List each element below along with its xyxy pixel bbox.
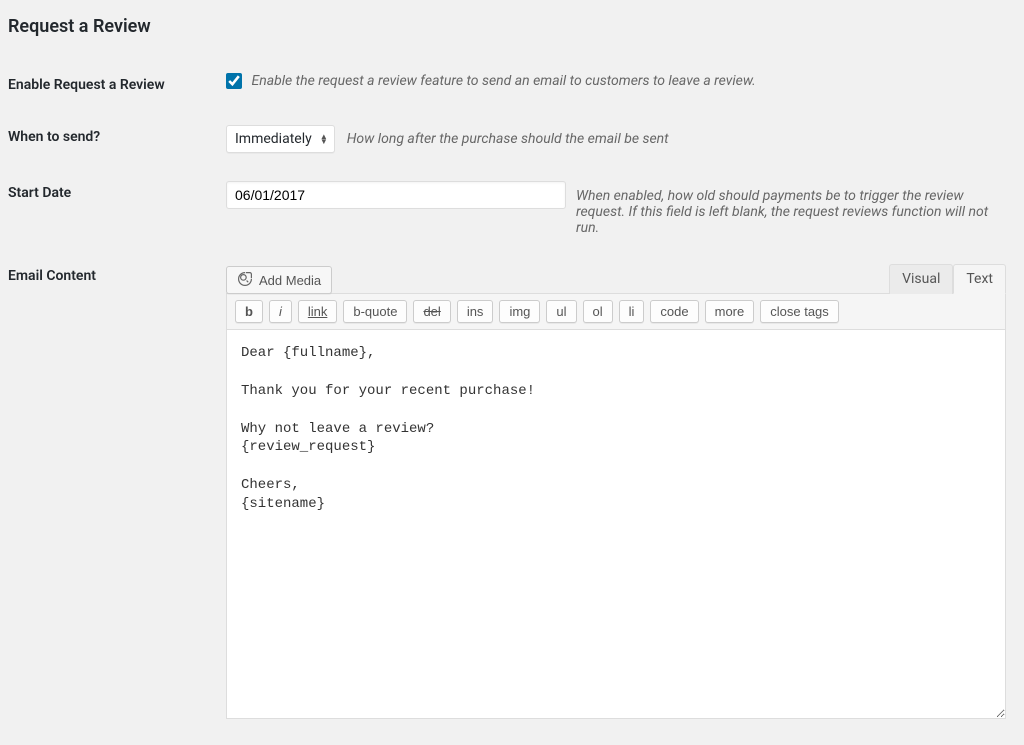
qt-link[interactable]: link [298,300,338,323]
qt-bquote[interactable]: b-quote [343,300,407,323]
enable-checkbox[interactable] [226,73,242,89]
start-date-input[interactable] [226,181,566,209]
email-content-label: Email Content [8,250,226,737]
enable-checkbox-wrap[interactable]: Enable the request a review feature to s… [226,73,756,89]
email-content-textarea[interactable] [226,329,1006,719]
page-title: Request a Review [8,16,1016,37]
when-description: How long after the purchase should the e… [347,131,669,147]
qt-ol[interactable]: ol [583,300,613,323]
when-select[interactable]: Immediately ▲▼ [226,125,335,153]
select-arrows-icon: ▲▼ [320,134,328,144]
quicktags-toolbar: b i link b-quote del ins img ul ol li co… [226,293,1006,329]
when-select-value: Immediately [235,131,312,147]
qt-code[interactable]: code [650,300,698,323]
qt-bold[interactable]: b [235,300,263,323]
qt-close-tags[interactable]: close tags [760,300,839,323]
qt-del[interactable]: del [413,300,450,323]
add-media-label: Add Media [259,273,321,288]
tab-visual[interactable]: Visual [889,264,953,294]
enable-label: Enable Request a Review [8,59,226,111]
media-icon [237,271,253,290]
qt-more[interactable]: more [705,300,755,323]
qt-ins[interactable]: ins [457,300,494,323]
enable-description: Enable the request a review feature to s… [251,73,755,89]
qt-italic[interactable]: i [269,300,292,323]
qt-img[interactable]: img [499,300,540,323]
when-label: When to send? [8,111,226,167]
qt-ul[interactable]: ul [546,300,576,323]
tab-text[interactable]: Text [953,264,1006,294]
start-date-label: Start Date [8,167,226,250]
qt-li[interactable]: li [619,300,645,323]
start-date-description: When enabled, how old should payments be… [576,188,1006,236]
add-media-button[interactable]: Add Media [226,266,332,294]
